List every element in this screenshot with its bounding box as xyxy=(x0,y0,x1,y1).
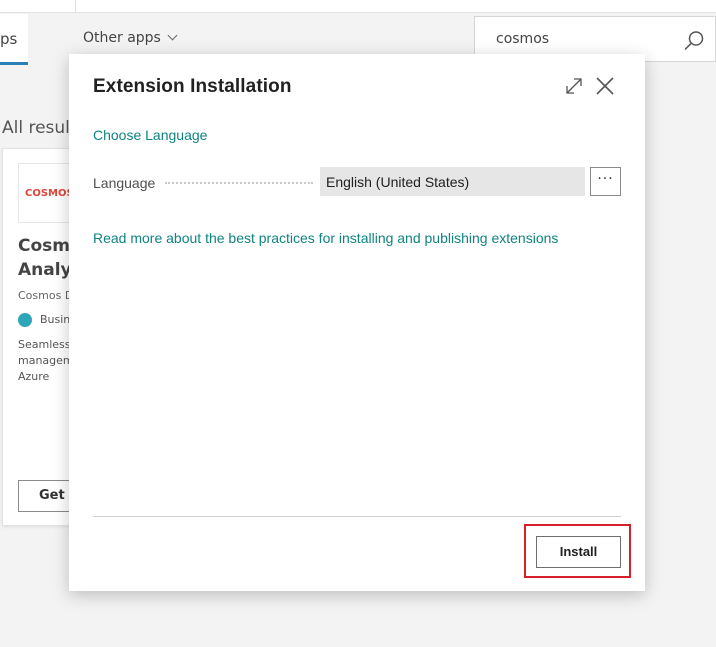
search-icon[interactable] xyxy=(683,30,705,52)
app-description-line2: managem xyxy=(18,354,74,367)
install-button[interactable]: Install xyxy=(536,536,621,568)
all-results-heading: All result xyxy=(2,118,77,138)
top-strip xyxy=(0,0,716,13)
tab-apps-label: ps xyxy=(0,30,18,48)
language-lookup-button[interactable]: ··· xyxy=(590,167,621,196)
app-logo-text: COSMOS xyxy=(25,188,74,199)
other-apps-dropdown[interactable]: Other apps xyxy=(83,30,178,46)
language-field[interactable]: English (United States) xyxy=(320,167,585,196)
app-category-label: Busin xyxy=(40,313,71,326)
dialog-title: Extension Installation xyxy=(93,76,292,97)
read-more-link[interactable]: Read more about the best practices for i… xyxy=(93,230,558,246)
search-value: cosmos xyxy=(496,31,550,47)
extension-installation-dialog: Extension Installation Choose Language L… xyxy=(69,54,645,591)
divider xyxy=(75,0,76,13)
app-description-line3: Azure xyxy=(18,370,50,383)
language-label: Language xyxy=(93,175,156,191)
close-icon[interactable] xyxy=(593,74,617,98)
app-description: Seamless managem Azure xyxy=(18,337,74,385)
app-category: Busin xyxy=(18,313,70,327)
tab-apps[interactable]: ps xyxy=(0,14,28,65)
app-description-line1: Seamless xyxy=(18,338,71,351)
language-value: English (United States) xyxy=(326,174,470,190)
other-apps-label: Other apps xyxy=(83,30,161,46)
globe-icon xyxy=(18,313,32,327)
label-leader-dots xyxy=(165,182,313,184)
choose-language-link[interactable]: Choose Language xyxy=(93,127,207,143)
app-publisher: Cosmos D xyxy=(18,289,74,302)
chevron-down-icon xyxy=(167,30,178,41)
footer-divider xyxy=(93,516,621,517)
expand-icon[interactable] xyxy=(563,75,585,97)
